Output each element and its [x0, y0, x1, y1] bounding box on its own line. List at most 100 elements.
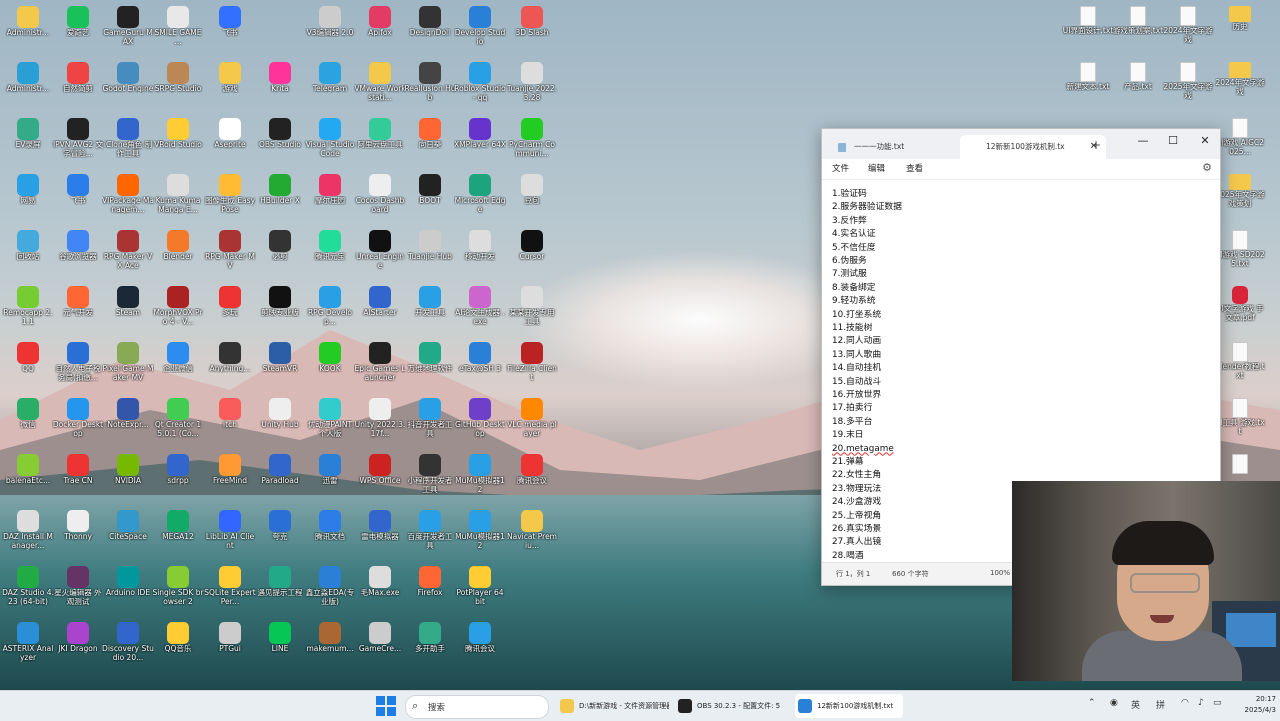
desktop-icon[interactable]: 产品.txt	[1112, 60, 1164, 114]
desktop-icon[interactable]: Cocos Dashboard	[354, 172, 406, 226]
desktop-icon[interactable]: Qt Creator 15.0.1 (Co...	[152, 396, 204, 450]
desktop-icon[interactable]: 某某开发专用工具	[506, 284, 558, 338]
desktop-icon[interactable]: AI文字游戏 手文章.pdf	[1214, 284, 1266, 338]
desktop-icon[interactable]: MuMu模拟器12	[454, 508, 506, 562]
desktop-icon[interactable]: Blender	[152, 228, 204, 282]
desktop-icon[interactable]: Apifox	[354, 4, 406, 58]
desktop-icon[interactable]: Develop Studio	[454, 4, 506, 58]
desktop-icon[interactable]: DAZ Studio 4.23 (64-bit)	[2, 564, 54, 618]
desktop-icon[interactable]: 腾讯文档	[304, 508, 356, 562]
desktop-icon[interactable]: Kuma Kuma Manga E...	[152, 172, 204, 226]
desktop-icon[interactable]: Single SDK browser 2	[152, 564, 204, 618]
desktop-icon[interactable]: GitHub Desktop	[454, 396, 506, 450]
desktop-icon[interactable]: IPVN AVG2 文字冒险...	[52, 116, 104, 170]
menu-view[interactable]: 查看	[906, 162, 923, 174]
desktop-icon[interactable]: AI工具 游戏.txt	[1214, 396, 1266, 450]
desktop-icon[interactable]: VMware Workstati...	[354, 60, 406, 114]
desktop-icon[interactable]: Trae CN	[52, 452, 104, 506]
desktop-icon[interactable]: 腾讯会议	[454, 620, 506, 674]
desktop-icon[interactable]: 新建文本.txt	[1062, 60, 1114, 114]
desktop-icon[interactable]: 万维地理软件	[404, 340, 456, 394]
desktop-icon[interactable]: 网易	[2, 172, 54, 226]
desktop-icon[interactable]: Krita	[254, 60, 306, 114]
desktop-icon[interactable]: Roblox Studio - qq	[454, 60, 506, 114]
desktop-icon[interactable]: makemum...	[304, 620, 356, 674]
desktop-icon[interactable]: itch	[204, 396, 256, 450]
notepad-titlebar[interactable]: 一一一功能.txt 12新新100游戏机制.tx ✕ + — ☐ ✕	[822, 129, 1220, 159]
desktop-icon[interactable]: Aseprite	[204, 116, 256, 170]
desktop-icon[interactable]: GameCre...	[354, 620, 406, 674]
desktop-icon[interactable]: 2025年文字游戏	[1162, 60, 1214, 114]
desktop-icon[interactable]: LINE	[254, 620, 306, 674]
volume-icon[interactable]: ♪	[1198, 698, 1204, 708]
desktop-icon[interactable]: Discovery Studio 20...	[102, 620, 154, 674]
desktop-icon[interactable]: Epic Games Launcher	[354, 340, 406, 394]
close-window-button[interactable]: ✕	[1190, 129, 1220, 153]
desktop-icon[interactable]: 向日葵	[404, 116, 456, 170]
desktop-icon[interactable]: 遇见提示工程	[254, 564, 306, 618]
desktop-icon[interactable]: QQ音乐	[152, 620, 204, 674]
desktop-icon[interactable]: 腾讯元宝	[304, 228, 356, 282]
desktop-icon[interactable]: 2025年文字游戏策划	[1214, 172, 1266, 226]
desktop-icon[interactable]: 2024年文字游戏	[1214, 60, 1266, 114]
desktop-icon[interactable]: 自然人电子税 务局(扣缴...	[52, 340, 104, 394]
taskbar-app[interactable]: D:\新新游戏 - 文件资源管理器	[557, 694, 669, 718]
desktop-icon[interactable]: MorphVOX Pro 4 - V...	[152, 284, 204, 338]
desktop-icon[interactable]: LibLib AI Client	[204, 508, 256, 562]
desktop-icon[interactable]: 游戏策划案.txt	[1112, 4, 1164, 58]
desktop-icon[interactable]: 豆包	[506, 172, 558, 226]
menu-file[interactable]: 文件	[832, 162, 849, 174]
desktop-icon[interactable]: 多开助手	[404, 620, 456, 674]
taskbar-app[interactable]: OBS 30.2.3 - 配置文件: 5	[675, 694, 789, 718]
desktop-icon[interactable]: GameGuru MAX	[102, 4, 154, 58]
desktop-icon[interactable]: Tuanjie 2022.3.28	[506, 60, 558, 114]
desktop-icon[interactable]: 3D Slash	[506, 4, 558, 58]
desktop-icon[interactable]: Unity Hub	[254, 396, 306, 450]
desktop-icon[interactable]: VIPackage Managem...	[102, 172, 154, 226]
desktop-icon[interactable]: Paradload	[254, 452, 306, 506]
desktop-icon[interactable]: Administr...	[2, 4, 54, 58]
desktop-icon[interactable]: FreeMind	[204, 452, 256, 506]
desktop-icon[interactable]: PyCharm Communi...	[506, 116, 558, 170]
new-tab-button[interactable]: +	[1086, 135, 1106, 155]
desktop-icon[interactable]: Navicat Premiu...	[506, 508, 558, 562]
desktop-icon[interactable]: QQ	[2, 340, 54, 394]
desktop-icon[interactable]: Tuanjie Hub	[404, 228, 456, 282]
desktop-icon[interactable]: RPG Develop...	[304, 284, 356, 338]
ime-layout-indicator[interactable]: 拼	[1156, 698, 1165, 711]
desktop-icon[interactable]: SRPG Studio	[152, 60, 204, 114]
desktop-icon[interactable]: 抖音开发者工具	[404, 396, 456, 450]
maximize-button[interactable]: ☐	[1158, 129, 1188, 153]
desktop-icon[interactable]: 百度开发者工具	[404, 508, 456, 562]
desktop-icon[interactable]: 爱奇艺	[52, 4, 104, 58]
desktop-icon[interactable]: NoteExpr...	[102, 396, 154, 450]
desktop-icon[interactable]: PotPlayer 64 bit	[454, 564, 506, 618]
desktop-icon[interactable]: 毛Max.exe	[354, 564, 406, 618]
desktop-icon[interactable]: AIStarter	[354, 284, 406, 338]
desktop-icon[interactable]: MuMu模拟器12	[454, 452, 506, 506]
desktop-icon[interactable]: Pixel Game Maker MV	[102, 340, 154, 394]
desktop-icon[interactable]: 小程序开发者工具	[404, 452, 456, 506]
desktop-icon[interactable]: Blender教程.txt	[1214, 340, 1266, 394]
desktop-icon[interactable]: sdrpp	[152, 452, 204, 506]
desktop-icon[interactable]: 腾讯会议	[506, 452, 558, 506]
desktop-icon[interactable]: 阿里云盘工具	[354, 116, 406, 170]
desktop-icon[interactable]: OBS Studio	[254, 116, 306, 170]
desktop-icon[interactable]: Firefox	[404, 564, 456, 618]
desktop-icon[interactable]: iClone角色 制作工具	[102, 116, 154, 170]
desktop-icon[interactable]: 飞书	[52, 172, 104, 226]
desktop-icon[interactable]: 必剪	[254, 228, 306, 282]
desktop-icon[interactable]: 夸克	[254, 508, 306, 562]
desktop-icon[interactable]: 多玩	[204, 284, 256, 338]
desktop-icon[interactable]: Cursor	[506, 228, 558, 282]
desktop-icon[interactable]: RPG Maker VX Ace	[102, 228, 154, 282]
taskbar-app[interactable]: 12新新100游戏机制.txt	[795, 694, 903, 718]
desktop-icon[interactable]: 星火编辑器 外观测试	[52, 564, 104, 618]
desktop-icon[interactable]: AI游戏 SD2025.txt	[1214, 228, 1266, 282]
desktop-icon[interactable]: JKI Dragon	[52, 620, 104, 674]
desktop-icon[interactable]: 回收站	[2, 228, 54, 282]
desktop-icon[interactable]: HBuilder X	[254, 172, 306, 226]
desktop-icon[interactable]: Godot Engine	[102, 60, 154, 114]
desktop-icon[interactable]: 优动漫PAINT 个人版	[304, 396, 356, 450]
desktop-icon[interactable]: 雷电模拟器	[354, 508, 406, 562]
